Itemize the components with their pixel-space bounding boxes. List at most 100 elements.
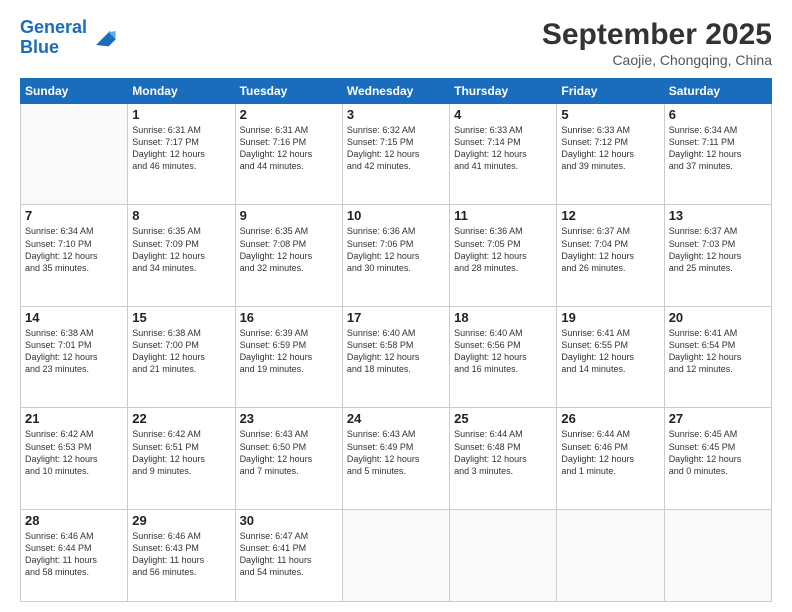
calendar-cell: 8 Sunrise: 6:35 AM Sunset: 7:09 PM Daylig… [128, 205, 235, 306]
day-info: Sunrise: 6:31 AM Sunset: 7:17 PM Dayligh… [132, 124, 230, 173]
logo: General Blue [20, 18, 117, 58]
calendar-cell: 18Sunrise: 6:40 AM Sunset: 6:56 PM Dayli… [450, 306, 557, 407]
day-number: 22 [132, 411, 230, 426]
day-number: 23 [240, 411, 338, 426]
day-info: Sunrise: 6:43 AM Sunset: 6:50 PM Dayligh… [240, 428, 338, 477]
week-row-5: 28 Sunrise: 6:46 AM Sunset: 6:44 PM Dayli… [21, 509, 772, 601]
calendar-cell: 15 Sunrise: 6:38 AM Sunset: 7:00 PM Dayli… [128, 306, 235, 407]
logo-general: General [20, 17, 87, 37]
day-info: Sunrise: 6:47 AM Sunset: 6:41 PM Dayligh… [240, 530, 338, 579]
calendar-cell: 11 Sunrise: 6:36 AM Sunset: 7:05 PM Dayli… [450, 205, 557, 306]
calendar-cell: 23 Sunrise: 6:43 AM Sunset: 6:50 PM Dayli… [235, 408, 342, 509]
calendar-cell: 3 Sunrise: 6:32 AM Sunset: 7:15 PM Daylig… [342, 104, 449, 205]
day-info: Sunrise: 6:41 AM Sunset: 6:55 PM Dayligh… [561, 327, 659, 376]
day-number: 24 [347, 411, 445, 426]
day-info: Sunrise: 6:31 AM Sunset: 7:16 PM Dayligh… [240, 124, 338, 173]
day-number: 5 [561, 107, 659, 122]
calendar-cell: 9 Sunrise: 6:35 AM Sunset: 7:08 PM Daylig… [235, 205, 342, 306]
day-info: Sunrise: 6:34 AM Sunset: 7:10 PM Dayligh… [25, 225, 123, 274]
day-info: Sunrise: 6:36 AM Sunset: 7:05 PM Dayligh… [454, 225, 552, 274]
day-number: 18 [454, 310, 552, 325]
weekday-header-sunday: Sunday [21, 79, 128, 104]
day-number: 19 [561, 310, 659, 325]
day-info: Sunrise: 6:46 AM Sunset: 6:44 PM Dayligh… [25, 530, 123, 579]
day-info: Sunrise: 6:37 AM Sunset: 7:04 PM Dayligh… [561, 225, 659, 274]
calendar-table: SundayMondayTuesdayWednesdayThursdayFrid… [20, 78, 772, 602]
day-info: Sunrise: 6:37 AM Sunset: 7:03 PM Dayligh… [669, 225, 767, 274]
day-info: Sunrise: 6:42 AM Sunset: 6:53 PM Dayligh… [25, 428, 123, 477]
day-number: 30 [240, 513, 338, 528]
calendar-cell: 7 Sunrise: 6:34 AM Sunset: 7:10 PM Daylig… [21, 205, 128, 306]
location: Caojie, Chongqing, China [542, 52, 772, 68]
day-info: Sunrise: 6:32 AM Sunset: 7:15 PM Dayligh… [347, 124, 445, 173]
day-info: Sunrise: 6:40 AM Sunset: 6:58 PM Dayligh… [347, 327, 445, 376]
day-number: 28 [25, 513, 123, 528]
logo-icon [89, 24, 117, 52]
day-info: Sunrise: 6:35 AM Sunset: 7:09 PM Dayligh… [132, 225, 230, 274]
day-number: 29 [132, 513, 230, 528]
logo-blue: Blue [20, 37, 59, 57]
week-row-1: 1Sunrise: 6:31 AM Sunset: 7:17 PM Daylig… [21, 104, 772, 205]
calendar-cell: 24 Sunrise: 6:43 AM Sunset: 6:49 PM Dayli… [342, 408, 449, 509]
title-block: September 2025 Caojie, Chongqing, China [542, 18, 772, 68]
calendar-cell [450, 509, 557, 601]
calendar-cell [664, 509, 771, 601]
calendar-cell: 12 Sunrise: 6:37 AM Sunset: 7:04 PM Dayli… [557, 205, 664, 306]
calendar-cell: 5 Sunrise: 6:33 AM Sunset: 7:12 PM Daylig… [557, 104, 664, 205]
day-number: 9 [240, 208, 338, 223]
weekday-header-monday: Monday [128, 79, 235, 104]
day-number: 15 [132, 310, 230, 325]
day-info: Sunrise: 6:43 AM Sunset: 6:49 PM Dayligh… [347, 428, 445, 477]
weekday-header-tuesday: Tuesday [235, 79, 342, 104]
week-row-2: 7 Sunrise: 6:34 AM Sunset: 7:10 PM Daylig… [21, 205, 772, 306]
calendar-cell: 21 Sunrise: 6:42 AM Sunset: 6:53 PM Dayli… [21, 408, 128, 509]
day-info: Sunrise: 6:39 AM Sunset: 6:59 PM Dayligh… [240, 327, 338, 376]
day-number: 21 [25, 411, 123, 426]
calendar-cell: 6Sunrise: 6:34 AM Sunset: 7:11 PM Daylig… [664, 104, 771, 205]
month-title: September 2025 [542, 18, 772, 52]
calendar-cell: 10 Sunrise: 6:36 AM Sunset: 7:06 PM Dayli… [342, 205, 449, 306]
day-number: 10 [347, 208, 445, 223]
calendar-cell: 16 Sunrise: 6:39 AM Sunset: 6:59 PM Dayli… [235, 306, 342, 407]
calendar-cell: 22 Sunrise: 6:42 AM Sunset: 6:51 PM Dayli… [128, 408, 235, 509]
day-number: 12 [561, 208, 659, 223]
week-row-3: 14Sunrise: 6:38 AM Sunset: 7:01 PM Dayli… [21, 306, 772, 407]
weekday-header-saturday: Saturday [664, 79, 771, 104]
calendar-cell: 25Sunrise: 6:44 AM Sunset: 6:48 PM Dayli… [450, 408, 557, 509]
calendar-cell: 17 Sunrise: 6:40 AM Sunset: 6:58 PM Dayli… [342, 306, 449, 407]
calendar-cell [21, 104, 128, 205]
calendar-cell: 19 Sunrise: 6:41 AM Sunset: 6:55 PM Dayli… [557, 306, 664, 407]
day-number: 16 [240, 310, 338, 325]
day-number: 17 [347, 310, 445, 325]
day-number: 26 [561, 411, 659, 426]
day-info: Sunrise: 6:35 AM Sunset: 7:08 PM Dayligh… [240, 225, 338, 274]
day-info: Sunrise: 6:38 AM Sunset: 7:01 PM Dayligh… [25, 327, 123, 376]
day-info: Sunrise: 6:42 AM Sunset: 6:51 PM Dayligh… [132, 428, 230, 477]
day-info: Sunrise: 6:38 AM Sunset: 7:00 PM Dayligh… [132, 327, 230, 376]
day-info: Sunrise: 6:45 AM Sunset: 6:45 PM Dayligh… [669, 428, 767, 477]
day-info: Sunrise: 6:36 AM Sunset: 7:06 PM Dayligh… [347, 225, 445, 274]
day-number: 3 [347, 107, 445, 122]
weekday-header-row: SundayMondayTuesdayWednesdayThursdayFrid… [21, 79, 772, 104]
calendar-cell: 26 Sunrise: 6:44 AM Sunset: 6:46 PM Dayli… [557, 408, 664, 509]
day-number: 8 [132, 208, 230, 223]
day-info: Sunrise: 6:44 AM Sunset: 6:48 PM Dayligh… [454, 428, 552, 477]
logo-text: General Blue [20, 18, 87, 58]
weekday-header-friday: Friday [557, 79, 664, 104]
calendar-cell: 2Sunrise: 6:31 AM Sunset: 7:16 PM Daylig… [235, 104, 342, 205]
day-number: 11 [454, 208, 552, 223]
calendar-cell: 30 Sunrise: 6:47 AM Sunset: 6:41 PM Dayli… [235, 509, 342, 601]
weekday-header-thursday: Thursday [450, 79, 557, 104]
calendar-cell [557, 509, 664, 601]
day-info: Sunrise: 6:44 AM Sunset: 6:46 PM Dayligh… [561, 428, 659, 477]
calendar-cell: 13Sunrise: 6:37 AM Sunset: 7:03 PM Dayli… [664, 205, 771, 306]
day-info: Sunrise: 6:33 AM Sunset: 7:12 PM Dayligh… [561, 124, 659, 173]
header: General Blue September 2025 Caojie, Chon… [20, 18, 772, 68]
calendar-cell: 28 Sunrise: 6:46 AM Sunset: 6:44 PM Dayli… [21, 509, 128, 601]
day-info: Sunrise: 6:46 AM Sunset: 6:43 PM Dayligh… [132, 530, 230, 579]
day-number: 27 [669, 411, 767, 426]
day-number: 6 [669, 107, 767, 122]
calendar-cell: 27 Sunrise: 6:45 AM Sunset: 6:45 PM Dayli… [664, 408, 771, 509]
day-number: 7 [25, 208, 123, 223]
calendar-cell: 14Sunrise: 6:38 AM Sunset: 7:01 PM Dayli… [21, 306, 128, 407]
